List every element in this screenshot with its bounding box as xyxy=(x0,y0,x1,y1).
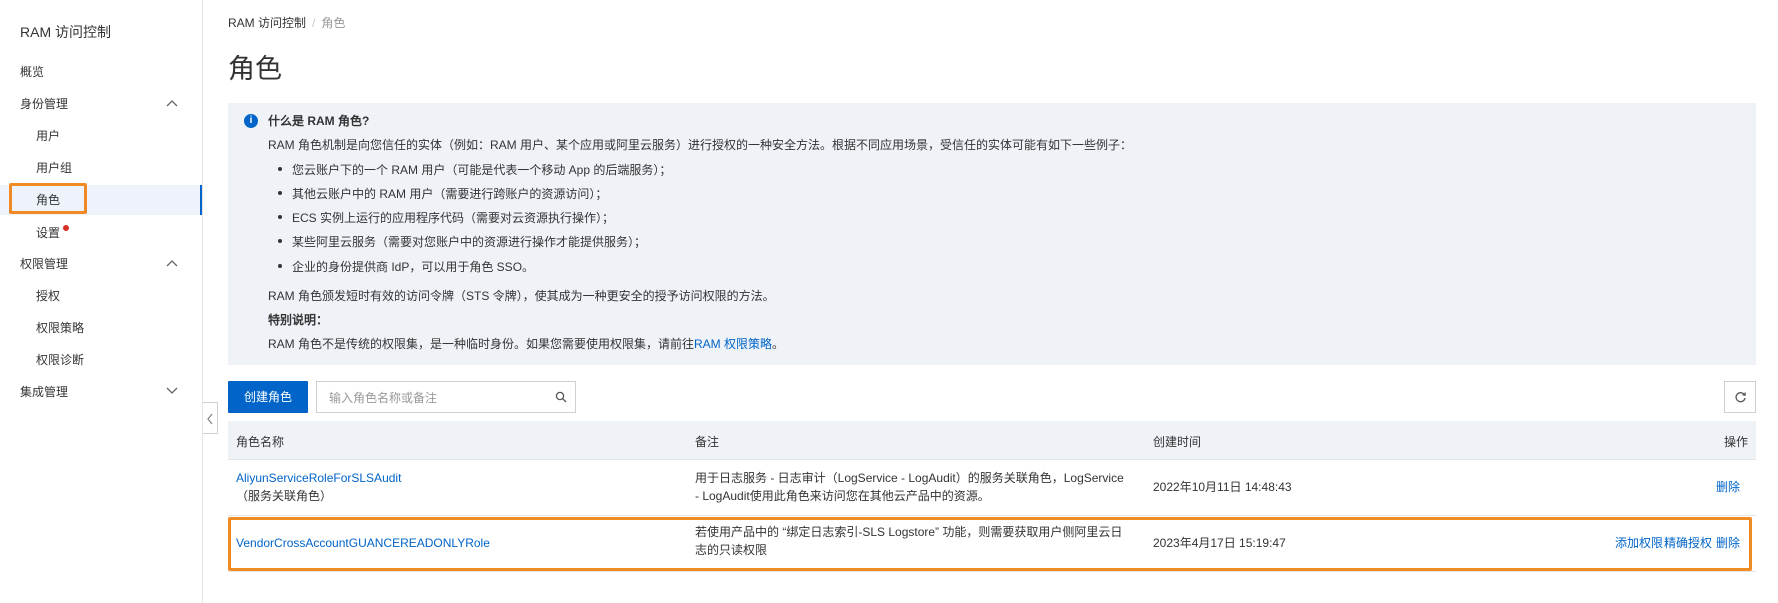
info-sts-line: RAM 角色颁发短时有效的访问令牌（STS 令牌），使其成为一种更安全的授予访问… xyxy=(268,289,775,303)
add-permission-link[interactable]: 添加权限 xyxy=(1615,534,1663,552)
policy-link[interactable]: RAM 权限策略 xyxy=(694,337,772,351)
sidebar-item-user-groups[interactable]: 用户组 xyxy=(0,153,202,183)
page-title: 角色 xyxy=(228,54,282,84)
info-icon: i xyxy=(244,114,258,128)
sidebar-item-label: 身份管理 xyxy=(20,97,69,111)
info-bullet: 某些阿里云服务（需要对您账户中的资源进行操作才能提供服务）； xyxy=(277,235,647,249)
sidebar-item-grants[interactable]: 授权 xyxy=(0,281,202,311)
role-note-line: 用于日志服务 - 日志审计（LogService - LogAudit）的服务关… xyxy=(695,471,1124,485)
info-special-line: RAM 角色不是传统的权限集，是一种临时身份。如果您需要使用权限集，请前往RAM… xyxy=(268,335,784,352)
column-header-created: 创建时间 xyxy=(1153,435,1202,449)
info-bullet: 其他云账户中的 RAM 用户（需要进行跨账户的资源访问）； xyxy=(277,187,608,201)
create-role-button[interactable]: 创建角色 xyxy=(228,381,308,413)
sidebar-item-policies[interactable]: 权限策略 xyxy=(0,313,202,343)
role-created-time: 2023年4月17日 15:19:47 xyxy=(1153,536,1286,550)
breadcrumb-current: 角色 xyxy=(321,16,346,30)
sidebar-item-settings[interactable]: 设置 xyxy=(0,218,202,248)
info-special-title: 特别说明： xyxy=(268,313,329,327)
precise-grant-link[interactable]: 精确授权 xyxy=(1664,534,1712,552)
info-special-end: 。 xyxy=(772,337,785,351)
table-header: 角色名称 备注 创建时间 操作 xyxy=(228,421,1756,460)
sidebar: RAM 访问控制 概览 身份管理 用户 用户组 角色 设置 权限管理 授权 权限… xyxy=(0,0,203,603)
sidebar-item-label: 设置 xyxy=(36,226,61,240)
sidebar-item-label: 集成管理 xyxy=(20,385,69,399)
chevron-up-icon xyxy=(166,259,178,269)
chevron-down-icon xyxy=(166,387,178,397)
sidebar-group-integration[interactable]: 集成管理 xyxy=(0,377,202,407)
info-panel: i 什么是 RAM 角色? RAM 角色机制是向您信任的实体（例如：RAM 用户… xyxy=(228,103,1756,365)
role-note-line: - LogAudit使用此角色来访问您在其他云产品中的资源。 xyxy=(695,489,990,503)
sidebar-item-label: 用户组 xyxy=(36,161,73,175)
sidebar-item-users[interactable]: 用户 xyxy=(0,121,202,151)
sidebar-item-label: 权限管理 xyxy=(20,257,69,271)
chevron-left-icon xyxy=(207,413,213,425)
sidebar-item-label: 角色 xyxy=(36,193,61,207)
role-created-time: 2022年10月11日 14:48:43 xyxy=(1153,480,1292,494)
delete-link[interactable]: 删除 xyxy=(1716,478,1740,496)
column-header-name: 角色名称 xyxy=(236,435,285,449)
delete-link[interactable]: 删除 xyxy=(1716,534,1740,552)
breadcrumb-root[interactable]: RAM 访问控制 xyxy=(228,16,306,30)
chevron-up-icon xyxy=(166,99,178,109)
search-icon xyxy=(555,391,567,403)
sidebar-group-identity[interactable]: 身份管理 xyxy=(0,89,202,119)
sidebar-item-label: 权限诊断 xyxy=(36,353,85,367)
info-bullet: ECS 实例上运行的应用程序代码（需要对云资源执行操作）； xyxy=(277,211,615,225)
search-box xyxy=(316,381,576,414)
sidebar-item-label: 用户 xyxy=(36,129,61,143)
sidebar-group-permissions[interactable]: 权限管理 xyxy=(0,249,202,279)
info-bullet: 您云账户下的一个 RAM 用户（可能是代表一个移动 App 的后端服务）； xyxy=(277,163,672,177)
table-row: VendorCrossAccountGUANCEREADONLYRole 若使用… xyxy=(228,516,1756,572)
sidebar-item-label: 概览 xyxy=(20,65,45,79)
table-row: AliyunServiceRoleForSLSAudit （服务关联角色） 用于… xyxy=(228,460,1756,516)
sidebar-item-roles[interactable]: 角色 xyxy=(0,185,202,215)
info-title: 什么是 RAM 角色? xyxy=(268,114,370,128)
sidebar-item-label: 授权 xyxy=(36,289,61,303)
notification-dot xyxy=(63,225,69,231)
sidebar-item-overview[interactable]: 概览 xyxy=(0,57,202,87)
info-special-text: RAM 角色不是传统的权限集，是一种临时身份。如果您需要使用权限集，请前往 xyxy=(268,337,695,351)
refresh-button[interactable] xyxy=(1724,381,1756,413)
role-tag: （服务关联角色） xyxy=(236,489,333,503)
sidebar-title: RAM 访问控制 xyxy=(20,24,111,40)
column-header-note: 备注 xyxy=(695,435,720,449)
sidebar-item-label: 权限策略 xyxy=(36,321,85,335)
main-content: RAM 访问控制 / 角色 角色 i 什么是 RAM 角色? RAM 角色机制是向您… xyxy=(228,0,1756,603)
info-intro: RAM 角色机制是向您信任的实体（例如：RAM 用户、某个应用或阿里云服务）进行… xyxy=(268,138,1133,152)
search-input[interactable] xyxy=(327,382,551,414)
role-note-line: 若使用产品中的 “绑定日志索引-SLS Logstore” 功能，则需要获取用户… xyxy=(695,525,1123,539)
breadcrumb: RAM 访问控制 / 角色 xyxy=(228,16,346,30)
role-note-line: 志的只读权限 xyxy=(695,543,768,557)
role-name-link[interactable]: AliyunServiceRoleForSLSAudit xyxy=(236,469,401,487)
sidebar-collapse-button[interactable] xyxy=(203,402,218,434)
column-header-actions: 操作 xyxy=(1723,435,1748,449)
refresh-icon xyxy=(1735,392,1746,403)
info-bullet: 企业的身份提供商 IdP，可以用于角色 SSO。 xyxy=(277,260,535,274)
sidebar-item-diagnostics[interactable]: 权限诊断 xyxy=(0,345,202,375)
role-name-link[interactable]: VendorCrossAccountGUANCEREADONLYRole xyxy=(236,534,490,552)
